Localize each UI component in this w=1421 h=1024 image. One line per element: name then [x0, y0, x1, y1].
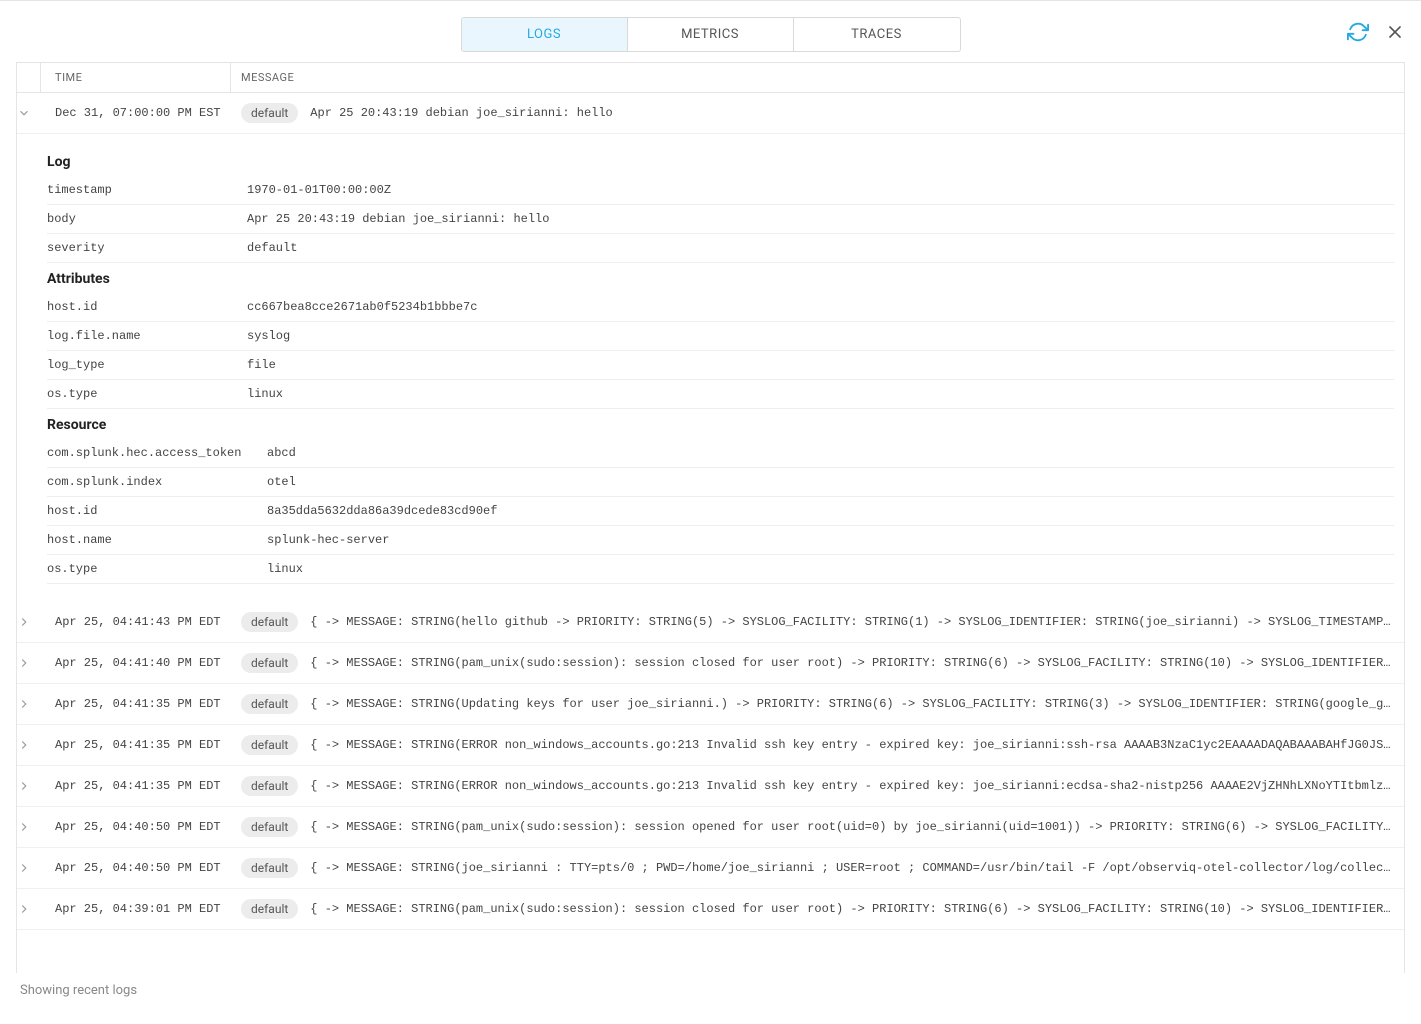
log-row[interactable]: Apr 25, 04:41:35 PM EDT default { -> MES… — [17, 684, 1404, 725]
tab-logs[interactable]: LOGS — [462, 18, 628, 51]
chevron-right-icon[interactable] — [17, 902, 41, 916]
chevron-right-icon[interactable] — [17, 738, 41, 752]
tabs: LOGS METRICS TRACES — [461, 17, 961, 52]
row-message: { -> MESSAGE: STRING(joe_sirianni : TTY=… — [310, 861, 1394, 875]
log-row[interactable]: Apr 25, 04:40:50 PM EDT default { -> MES… — [17, 848, 1404, 889]
chevron-right-icon[interactable] — [17, 615, 41, 629]
row-message: { -> MESSAGE: STRING(hello github -> PRI… — [310, 615, 1394, 629]
row-time: Apr 25, 04:39:01 PM EDT — [41, 902, 231, 916]
section-log-title: Log — [47, 154, 1394, 170]
column-time: TIME — [41, 63, 231, 92]
detail-row: com.splunk.hec.access_tokenabcd — [47, 439, 1394, 468]
row-message: { -> MESSAGE: STRING(Updating keys for u… — [310, 697, 1394, 711]
detail-row: log_typefile — [47, 351, 1394, 380]
row-message: { -> MESSAGE: STRING(ERROR non_windows_a… — [310, 738, 1394, 752]
resource-detail-table: com.splunk.hec.access_tokenabcd com.splu… — [47, 439, 1394, 584]
log-row[interactable]: Apr 25, 04:41:35 PM EDT default { -> MES… — [17, 766, 1404, 807]
row-time: Apr 25, 04:41:35 PM EDT — [41, 779, 231, 793]
detail-row: os.typelinux — [47, 380, 1394, 409]
row-time: Apr 25, 04:41:35 PM EDT — [41, 738, 231, 752]
detail-row: os.typelinux — [47, 555, 1394, 584]
section-resource-title: Resource — [47, 417, 1394, 433]
detail-row: host.namesplunk-hec-server — [47, 526, 1394, 555]
row-message: { -> MESSAGE: STRING(pam_unix(sudo:sessi… — [310, 820, 1394, 834]
top-bar: LOGS METRICS TRACES — [16, 17, 1405, 52]
table-body[interactable]: Dec 31, 07:00:00 PM EST default Apr 25 2… — [17, 93, 1404, 973]
chevron-right-icon[interactable] — [17, 697, 41, 711]
log-row-expanded[interactable]: Dec 31, 07:00:00 PM EST default Apr 25 2… — [17, 93, 1404, 134]
row-message: { -> MESSAGE: STRING(ERROR non_windows_a… — [310, 779, 1394, 793]
detail-row: log.file.namesyslog — [47, 322, 1394, 351]
tab-traces[interactable]: TRACES — [794, 18, 960, 51]
attributes-detail-table: host.idcc667bea8cce2671ab0f5234b1bbbe7c … — [47, 293, 1394, 409]
section-attributes-title: Attributes — [47, 271, 1394, 287]
log-row[interactable]: Apr 25, 04:41:43 PM EDT default { -> MES… — [17, 602, 1404, 643]
column-message: MESSAGE — [231, 63, 1404, 92]
chevron-right-icon[interactable] — [17, 820, 41, 834]
log-row[interactable]: Apr 25, 04:41:40 PM EDT default { -> MES… — [17, 643, 1404, 684]
refresh-icon[interactable] — [1347, 21, 1369, 43]
row-message: Apr 25 20:43:19 debian joe_sirianni: hel… — [310, 106, 612, 120]
detail-row: severitydefault — [47, 234, 1394, 263]
footer-status: Showing recent logs — [16, 973, 1405, 1008]
log-detail-table: timestamp1970-01-01T00:00:00Z bodyApr 25… — [47, 176, 1394, 263]
detail-row: timestamp1970-01-01T00:00:00Z — [47, 176, 1394, 205]
severity-badge: default — [241, 858, 298, 878]
log-detail-panel: Log timestamp1970-01-01T00:00:00Z bodyAp… — [17, 134, 1404, 602]
detail-row: host.id8a35dda5632dda86a39dcede83cd90ef — [47, 497, 1394, 526]
severity-badge: default — [241, 612, 298, 632]
log-row[interactable]: Apr 25, 04:41:35 PM EDT default { -> MES… — [17, 725, 1404, 766]
chevron-right-icon[interactable] — [17, 861, 41, 875]
chevron-right-icon[interactable] — [17, 656, 41, 670]
row-message: { -> MESSAGE: STRING(pam_unix(sudo:sessi… — [310, 902, 1394, 916]
severity-badge: default — [241, 653, 298, 673]
row-time: Apr 25, 04:41:40 PM EDT — [41, 656, 231, 670]
severity-badge: default — [241, 694, 298, 714]
detail-row: com.splunk.indexotel — [47, 468, 1394, 497]
detail-row: bodyApr 25 20:43:19 debian joe_sirianni:… — [47, 205, 1394, 234]
row-time: Apr 25, 04:41:43 PM EDT — [41, 615, 231, 629]
row-time: Apr 25, 04:40:50 PM EDT — [41, 820, 231, 834]
severity-badge: default — [241, 817, 298, 837]
row-message: { -> MESSAGE: STRING(pam_unix(sudo:sessi… — [310, 656, 1394, 670]
tab-metrics[interactable]: METRICS — [628, 18, 794, 51]
row-time: Apr 25, 04:41:35 PM EDT — [41, 697, 231, 711]
log-row[interactable]: Apr 25, 04:40:50 PM EDT default { -> MES… — [17, 807, 1404, 848]
chevron-right-icon[interactable] — [17, 779, 41, 793]
row-time: Dec 31, 07:00:00 PM EST — [41, 106, 231, 120]
chevron-down-icon[interactable] — [17, 106, 41, 120]
detail-row: host.idcc667bea8cce2671ab0f5234b1bbbe7c — [47, 293, 1394, 322]
log-row[interactable]: Apr 25, 04:39:01 PM EDT default { -> MES… — [17, 889, 1404, 930]
severity-badge: default — [241, 103, 298, 123]
row-time: Apr 25, 04:40:50 PM EDT — [41, 861, 231, 875]
severity-badge: default — [241, 735, 298, 755]
severity-badge: default — [241, 776, 298, 796]
close-icon[interactable] — [1385, 22, 1405, 42]
table-header: TIME MESSAGE — [17, 63, 1404, 93]
severity-badge: default — [241, 899, 298, 919]
log-table: TIME MESSAGE Dec 31, 07:00:00 PM EST def… — [16, 62, 1405, 973]
